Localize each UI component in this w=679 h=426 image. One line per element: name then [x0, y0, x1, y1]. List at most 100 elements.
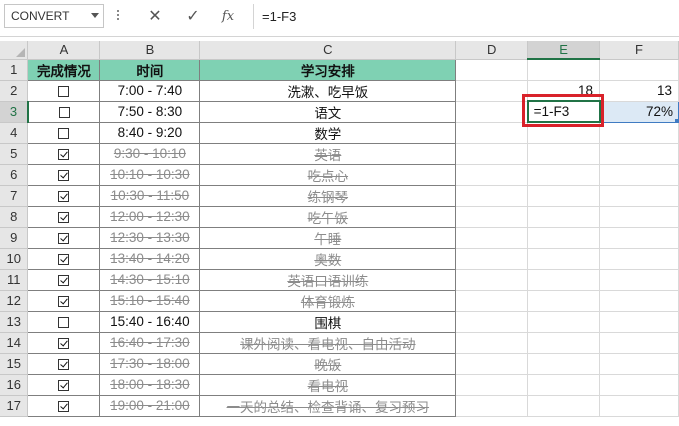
time-cell[interactable]: 12:30 - 13:30: [99, 227, 201, 249]
status-cell[interactable]: [27, 290, 101, 312]
cell[interactable]: [527, 185, 601, 207]
status-cell[interactable]: [27, 164, 101, 186]
row-header[interactable]: 15: [0, 353, 29, 375]
cell-d[interactable]: [455, 332, 529, 354]
cell-d[interactable]: [455, 122, 529, 144]
header-time[interactable]: 时间: [99, 58, 201, 81]
time-cell[interactable]: 12:00 - 12:30: [99, 206, 201, 228]
row-header[interactable]: 3: [0, 101, 29, 123]
column-header-b[interactable]: B: [99, 41, 201, 60]
cell-d[interactable]: [455, 353, 529, 375]
column-header-e[interactable]: E: [527, 41, 601, 60]
checkbox-icon[interactable]: [58, 85, 70, 97]
status-cell[interactable]: [27, 395, 101, 417]
cell[interactable]: [599, 248, 679, 270]
row-header[interactable]: 9: [0, 227, 29, 249]
time-cell[interactable]: 9:30 - 10:10: [99, 143, 201, 165]
row-header[interactable]: 17: [0, 395, 29, 417]
row-header[interactable]: 16: [0, 374, 29, 396]
cell[interactable]: [527, 248, 601, 270]
cell-d[interactable]: [455, 227, 529, 249]
drag-handle-icon[interactable]: [117, 10, 120, 22]
time-cell[interactable]: 16:40 - 17:30: [99, 332, 201, 354]
time-cell[interactable]: 7:50 - 8:30: [99, 101, 201, 123]
task-cell[interactable]: 看电视: [199, 374, 457, 396]
column-header-c[interactable]: C: [199, 41, 457, 60]
fill-handle[interactable]: [675, 118, 678, 121]
cell[interactable]: [599, 122, 679, 144]
task-cell[interactable]: 英语: [199, 143, 457, 165]
time-cell[interactable]: 10:30 - 11:50: [99, 185, 201, 207]
cell[interactable]: [527, 206, 601, 228]
task-cell[interactable]: 午睡: [199, 227, 457, 249]
row-header[interactable]: 14: [0, 332, 29, 354]
time-cell[interactable]: 14:30 - 15:10: [99, 269, 201, 291]
status-cell[interactable]: [27, 248, 101, 270]
cell[interactable]: [527, 374, 601, 396]
cell-d[interactable]: [455, 206, 529, 228]
row-header[interactable]: 2: [0, 80, 29, 102]
cell[interactable]: [599, 164, 679, 186]
status-cell[interactable]: [27, 227, 101, 249]
checkbox-icon[interactable]: [58, 337, 70, 349]
row-header[interactable]: 6: [0, 164, 29, 186]
status-cell[interactable]: [27, 101, 101, 123]
time-cell[interactable]: 13:40 - 14:20: [99, 248, 201, 270]
status-cell[interactable]: [27, 206, 101, 228]
status-cell[interactable]: [27, 80, 101, 102]
cell-d[interactable]: [455, 185, 529, 207]
checkbox-icon[interactable]: [58, 400, 70, 412]
cell[interactable]: [527, 353, 601, 375]
column-header-d[interactable]: D: [455, 41, 529, 60]
cell-d[interactable]: [455, 269, 529, 291]
cell[interactable]: [599, 374, 679, 396]
checkbox-icon[interactable]: [58, 358, 70, 370]
cell-d[interactable]: [455, 164, 529, 186]
cell[interactable]: [527, 290, 601, 312]
status-cell[interactable]: [27, 269, 101, 291]
cell[interactable]: [599, 395, 679, 417]
cell[interactable]: [527, 122, 601, 144]
checkbox-icon[interactable]: [58, 127, 70, 139]
column-header-f[interactable]: F: [599, 41, 679, 60]
row-header[interactable]: 12: [0, 290, 29, 312]
header-schedule[interactable]: 学习安排: [199, 58, 457, 81]
checkbox-icon[interactable]: [58, 274, 70, 286]
task-cell[interactable]: 英语口语训练: [199, 269, 457, 291]
status-cell[interactable]: [27, 122, 101, 144]
cell-d[interactable]: [455, 101, 529, 123]
formula-input[interactable]: =1-F3: [253, 4, 679, 29]
cell-d[interactable]: [455, 290, 529, 312]
checkbox-icon[interactable]: [58, 211, 70, 223]
cell-e2[interactable]: 18: [527, 80, 601, 102]
row-header[interactable]: 8: [0, 206, 29, 228]
checkbox-icon[interactable]: [58, 106, 70, 118]
row-header[interactable]: 11: [0, 269, 29, 291]
status-cell[interactable]: [27, 143, 101, 165]
cell[interactable]: [527, 143, 601, 165]
chevron-down-icon[interactable]: [91, 13, 99, 18]
select-all-corner[interactable]: [0, 41, 29, 60]
cell[interactable]: [527, 59, 601, 81]
cell[interactable]: [599, 185, 679, 207]
checkbox-icon[interactable]: [58, 190, 70, 202]
cell[interactable]: [527, 227, 601, 249]
time-cell[interactable]: 15:40 - 16:40: [99, 311, 201, 333]
cell-f2[interactable]: 13: [599, 80, 679, 102]
row-header[interactable]: 4: [0, 122, 29, 144]
cancel-icon[interactable]: ✕: [142, 6, 168, 28]
time-cell[interactable]: 15:10 - 15:40: [99, 290, 201, 312]
cell[interactable]: [599, 59, 679, 81]
cell[interactable]: [599, 269, 679, 291]
cell-d[interactable]: [455, 374, 529, 396]
checkbox-icon[interactable]: [58, 232, 70, 244]
status-cell[interactable]: [27, 353, 101, 375]
cell[interactable]: [527, 395, 601, 417]
task-cell[interactable]: 吃点心: [199, 164, 457, 186]
cell[interactable]: [527, 269, 601, 291]
time-cell[interactable]: 18:00 - 18:30: [99, 374, 201, 396]
time-cell[interactable]: 7:00 - 7:40: [99, 80, 201, 102]
checkbox-icon[interactable]: [58, 169, 70, 181]
checkbox-icon[interactable]: [58, 316, 70, 328]
row-header[interactable]: 5: [0, 143, 29, 165]
